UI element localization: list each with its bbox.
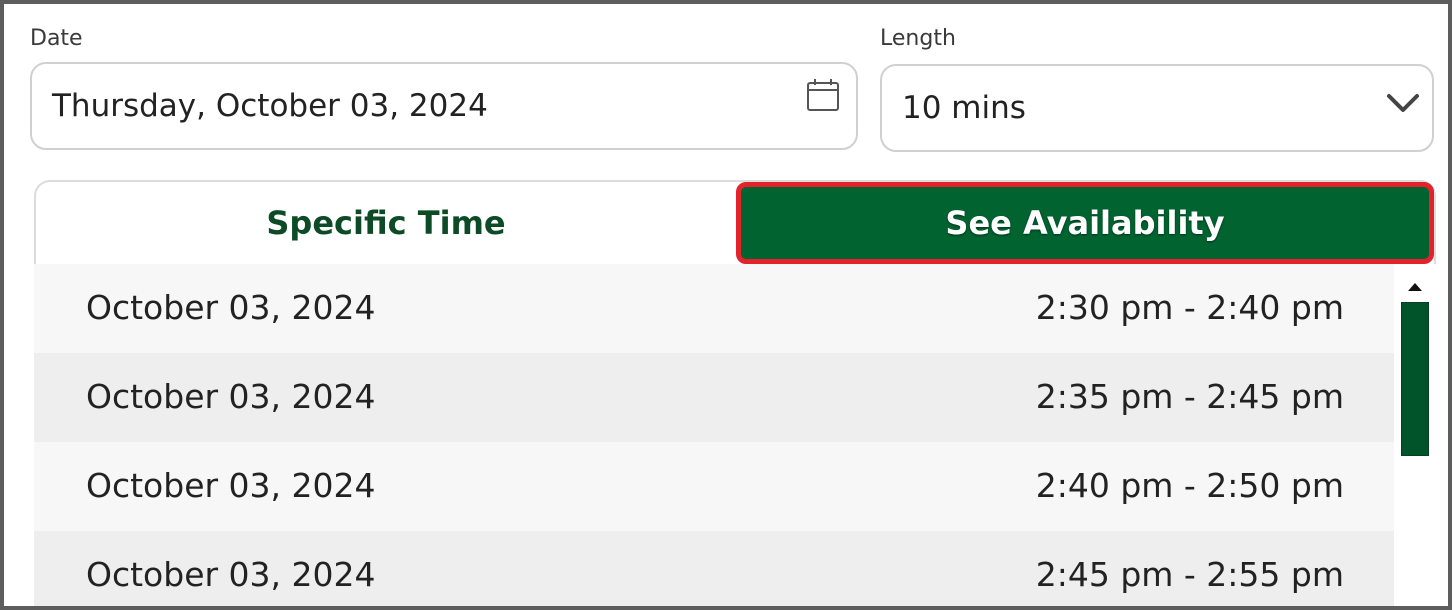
list-item[interactable]: October 03, 2024 2:30 pm - 2:40 pm bbox=[34, 264, 1394, 353]
list-item[interactable]: October 03, 2024 2:35 pm - 2:45 pm bbox=[34, 353, 1394, 442]
length-value: 10 mins bbox=[902, 90, 1026, 126]
calendar-icon[interactable] bbox=[806, 78, 840, 112]
booking-panel: Date Thursday, October 03, 2024 Length 1… bbox=[0, 0, 1452, 610]
date-value: Thursday, October 03, 2024 bbox=[52, 88, 488, 124]
availability-list: October 03, 2024 2:30 pm - 2:40 pm Octob… bbox=[34, 264, 1394, 606]
slot-date: October 03, 2024 bbox=[86, 288, 376, 327]
slot-date: October 03, 2024 bbox=[86, 555, 376, 594]
view-tabs: Specific Time See Availability bbox=[34, 180, 1436, 264]
list-item[interactable]: October 03, 2024 2:45 pm - 2:55 pm bbox=[34, 531, 1394, 606]
date-input[interactable]: Thursday, October 03, 2024 bbox=[30, 62, 858, 150]
chevron-down-icon[interactable] bbox=[1386, 92, 1420, 114]
length-label: Length bbox=[880, 26, 956, 51]
slot-time: 2:45 pm - 2:55 pm bbox=[1035, 555, 1344, 594]
slot-date: October 03, 2024 bbox=[86, 466, 376, 505]
slot-time: 2:30 pm - 2:40 pm bbox=[1035, 288, 1344, 327]
slot-time: 2:35 pm - 2:45 pm bbox=[1035, 377, 1344, 416]
date-label: Date bbox=[30, 26, 83, 51]
scrollbar-thumb[interactable] bbox=[1401, 302, 1429, 456]
slot-date: October 03, 2024 bbox=[86, 377, 376, 416]
list-item[interactable]: October 03, 2024 2:40 pm - 2:50 pm bbox=[34, 442, 1394, 531]
slot-time: 2:40 pm - 2:50 pm bbox=[1035, 466, 1344, 505]
length-select[interactable]: 10 mins bbox=[880, 64, 1434, 152]
tab-see-availability[interactable]: See Availability bbox=[736, 182, 1434, 264]
scroll-up-arrow-icon[interactable] bbox=[1405, 280, 1425, 294]
tab-specific-time[interactable]: Specific Time bbox=[36, 182, 736, 264]
